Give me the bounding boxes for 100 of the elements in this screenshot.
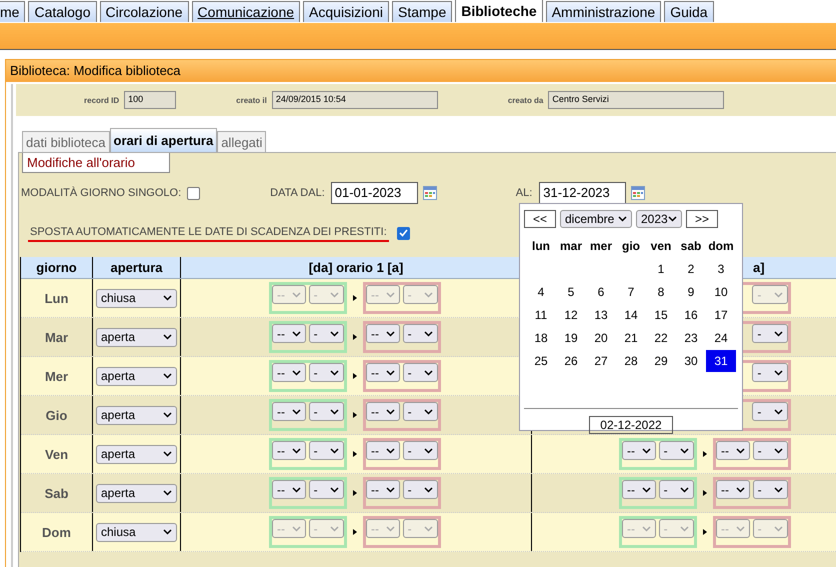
hour-select[interactable]: -- [272, 441, 306, 460]
menu-tab[interactable]: Biblioteche [455, 0, 543, 22]
menu-tab[interactable]: me [0, 1, 26, 22]
hour-select[interactable]: -- [716, 441, 750, 460]
calendar-day[interactable]: 14 [616, 304, 646, 326]
menu-tab[interactable]: Guida [664, 1, 714, 22]
menu-tab[interactable]: Catalogo [28, 1, 96, 22]
minute-select[interactable]: - [308, 480, 344, 499]
calendar-day[interactable]: 13 [586, 304, 616, 326]
calendar-icon[interactable] [631, 186, 646, 200]
calendar-day[interactable]: 17 [706, 304, 736, 326]
minute-select[interactable]: - [308, 363, 344, 382]
calendar-day[interactable]: 6 [586, 280, 616, 302]
calendar-day[interactable]: 8 [646, 280, 676, 302]
hour-select[interactable]: -- [366, 363, 400, 382]
opening-select[interactable]: aperta [96, 406, 177, 424]
minute-select[interactable]: - [402, 480, 438, 499]
calendar-day[interactable]: 31 [706, 350, 736, 372]
day-cell: Lun [21, 279, 93, 317]
calendar-day[interactable]: 20 [586, 326, 616, 348]
caret-icon [680, 486, 689, 492]
opening-select[interactable]: aperta [96, 444, 177, 464]
hour-select[interactable]: -- [272, 363, 306, 382]
today-button[interactable]: 02-12-2022 [589, 416, 673, 434]
hour-select[interactable]: -- [272, 402, 306, 421]
menu-tab[interactable]: Comunicazione [192, 1, 300, 22]
hour-select[interactable]: -- [366, 402, 400, 421]
hour-select[interactable]: -- [272, 480, 306, 499]
minute-select[interactable]: - [402, 441, 438, 460]
calendar-day[interactable]: 26 [556, 350, 586, 372]
minute-select[interactable]: - [752, 363, 788, 382]
date-field[interactable]: 31-12-2023 [539, 182, 626, 204]
hour-select[interactable]: -- [366, 480, 400, 499]
calendar-icon[interactable] [422, 186, 437, 200]
tab[interactable]: dati biblioteca [22, 131, 110, 152]
calendar-day[interactable]: 15 [646, 304, 676, 326]
weekday-label: dom [708, 238, 734, 252]
calendar-day[interactable]: 30 [676, 350, 706, 372]
year-select[interactable]: 2023 [636, 210, 682, 228]
checkbox[interactable] [187, 186, 200, 200]
checkbox[interactable] [396, 226, 410, 240]
opening-select[interactable]: aperta [96, 328, 177, 346]
next-button[interactable]: >> [686, 210, 718, 228]
minute-select[interactable]: - [752, 402, 788, 421]
menu-tab[interactable]: Acquisizioni [303, 1, 389, 22]
calendar-day[interactable]: 12 [556, 304, 586, 326]
calendar-day[interactable]: 10 [706, 280, 736, 302]
calendar-day[interactable]: 2 [676, 258, 706, 280]
day-cell: Sab [21, 474, 93, 512]
month-select[interactable]: dicembre [560, 210, 632, 228]
calendar-day[interactable]: 27 [586, 350, 616, 372]
arrow-icon [703, 529, 707, 535]
tab[interactable]: orari di apertura [110, 128, 218, 152]
calendar-day[interactable]: 4 [526, 280, 556, 302]
calendar-day[interactable]: 19 [556, 326, 586, 348]
minute-select[interactable]: - [752, 324, 788, 343]
hour-select[interactable]: -- [622, 480, 656, 499]
minute-select[interactable]: - [752, 480, 788, 499]
minute-select[interactable]: - [752, 441, 788, 460]
caret-icon [736, 448, 745, 454]
previous-button[interactable]: << [524, 210, 556, 228]
minute-select[interactable]: - [402, 402, 438, 421]
date-field[interactable]: 01-01-2023 [330, 182, 418, 204]
field-label: AL: [516, 187, 532, 199]
minute-select[interactable]: - [308, 402, 344, 421]
minute-select[interactable]: - [658, 480, 694, 499]
minute-select[interactable]: - [658, 441, 694, 460]
calendar-day[interactable]: 22 [646, 326, 676, 348]
minute-select[interactable]: - [402, 324, 438, 343]
calendar-day[interactable]: 29 [646, 350, 676, 372]
hour-select[interactable]: -- [716, 480, 750, 499]
tab[interactable]: allegati [217, 131, 266, 152]
hour-select[interactable]: -- [366, 324, 400, 343]
hour-select[interactable]: -- [272, 324, 306, 343]
calendar-day[interactable]: 3 [706, 258, 736, 280]
minute-select[interactable]: - [308, 324, 344, 343]
calendar-day[interactable]: 28 [616, 350, 646, 372]
calendar-day[interactable]: 24 [706, 326, 736, 348]
day-cell: Ven [21, 435, 93, 473]
opening-select[interactable]: aperta [96, 366, 177, 386]
calendar-day[interactable]: 5 [556, 280, 586, 302]
calendar-day[interactable]: 23 [676, 326, 706, 348]
caret-icon [163, 490, 172, 496]
calendar-day[interactable]: 18 [526, 326, 556, 348]
calendar-day[interactable]: 9 [676, 280, 706, 302]
minute-select[interactable]: - [308, 441, 344, 460]
calendar-day[interactable]: 11 [526, 304, 556, 326]
calendar-day[interactable]: 25 [526, 350, 556, 372]
calendar-day[interactable]: 1 [646, 258, 676, 280]
menu-tab[interactable]: Circolazione [100, 1, 189, 22]
calendar-day[interactable]: 21 [616, 326, 646, 348]
caret-icon [642, 486, 651, 492]
menu-tab[interactable]: Stampe [392, 1, 452, 22]
hour-select[interactable]: -- [366, 441, 400, 460]
minute-select[interactable]: - [402, 363, 438, 382]
opening-select[interactable]: aperta [96, 484, 177, 502]
calendar-day[interactable]: 16 [676, 304, 706, 326]
menu-tab[interactable]: Amministrazione [546, 1, 662, 22]
hour-select[interactable]: -- [622, 441, 656, 460]
calendar-day[interactable]: 7 [616, 280, 646, 302]
